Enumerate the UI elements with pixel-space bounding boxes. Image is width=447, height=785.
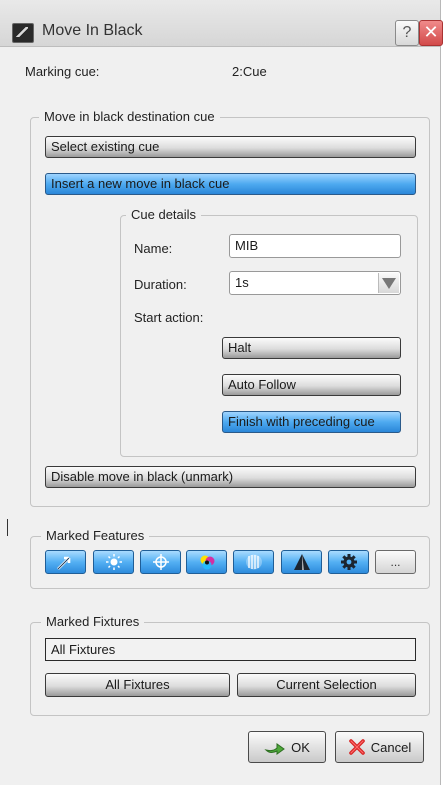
halt-button[interactable]: Halt [222, 337, 401, 359]
cue-details-legend: Cue details [126, 207, 202, 222]
ok-label: OK [291, 739, 310, 755]
marking-cue-label: Marking cue: [25, 64, 100, 79]
name-input[interactable]: MIB [229, 234, 401, 258]
marked-fixtures-group [30, 622, 430, 716]
more-features-button[interactable]: ... [375, 550, 416, 574]
marked-features-legend: Marked Features [41, 528, 150, 543]
name-label: Name: [134, 241, 173, 256]
finish-with-preceding-cue-button[interactable]: Finish with preceding cue [222, 411, 401, 433]
gobo-icon[interactable] [328, 550, 369, 574]
current-selection-button[interactable]: Current Selection [237, 673, 416, 697]
window-title: Move In Black [42, 22, 143, 39]
help-button[interactable]: ? [395, 20, 419, 46]
marked-fixtures-legend: Marked Fixtures [41, 614, 145, 629]
destination-legend: Move in black destination cue [39, 109, 220, 124]
app-icon [12, 23, 34, 43]
cancel-button[interactable]: Cancel [335, 731, 424, 763]
marked-features-group [30, 536, 430, 589]
divider-mark [7, 519, 8, 536]
chevron-down-icon[interactable] [378, 273, 399, 293]
all-fixtures-button[interactable]: All Fixtures [45, 673, 230, 697]
beam-icon[interactable] [233, 550, 274, 574]
cancel-icon [348, 739, 365, 755]
colour-icon[interactable] [186, 550, 227, 574]
select-existing-cue-button[interactable]: Select existing cue [45, 136, 416, 158]
position-icon[interactable] [45, 550, 86, 574]
insert-new-cue-button[interactable]: Insert a new move in black cue [45, 173, 416, 195]
shape-icon[interactable] [281, 550, 322, 574]
move-in-black-dialog: Move In Black ? ✕ Marking cue: 2:Cue Mov… [0, 0, 443, 785]
duration-label: Duration: [134, 277, 187, 292]
intensity-icon[interactable] [93, 550, 134, 574]
start-action-label: Start action: [134, 310, 204, 325]
more-label: ... [390, 555, 401, 569]
duration-select[interactable]: 1s [229, 271, 401, 295]
close-button[interactable]: ✕ [419, 20, 443, 46]
ok-icon [264, 743, 285, 755]
title-bar[interactable]: Move In Black ? ✕ [0, 0, 443, 47]
ok-button[interactable]: OK [248, 731, 326, 763]
cancel-label: Cancel [370, 739, 412, 755]
disable-move-in-black-button[interactable]: Disable move in black (unmark) [45, 466, 416, 488]
auto-follow-button[interactable]: Auto Follow [222, 374, 401, 396]
marking-cue-value: 2:Cue [232, 64, 267, 79]
marked-fixtures-field: All Fixtures [45, 638, 416, 661]
duration-value: 1s [235, 275, 249, 290]
focus-icon[interactable] [140, 550, 181, 574]
